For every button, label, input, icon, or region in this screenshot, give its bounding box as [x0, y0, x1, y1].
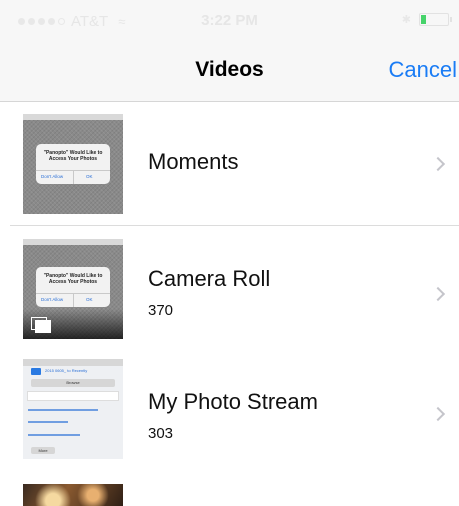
- cancel-button[interactable]: Cancel: [389, 57, 457, 83]
- status-time: 3:22 PM: [201, 12, 258, 29]
- battery-icon: [419, 13, 452, 26]
- alert-title-text: "Panopto" Would Like to Access Your Phot…: [43, 273, 103, 285]
- album-name: Moments: [148, 149, 239, 174]
- folder-icon: [31, 368, 41, 375]
- album-row-my-photo-stream[interactable]: 2015 0605_ to Recently Browse More My Ph…: [0, 349, 459, 472]
- chevron-right-icon: [430, 156, 446, 172]
- album-thumbnail: [23, 484, 123, 506]
- album-count: 370: [148, 302, 174, 319]
- alert-dont-allow-text: Don't Allow: [41, 297, 64, 302]
- alert-dont-allow-text: Don't Allow: [41, 174, 64, 179]
- album-row-camera-roll[interactable]: "Panopto" Would Like to Access Your Phot…: [0, 226, 459, 349]
- album-thumbnail: 2015 0605_ to Recently Browse More: [23, 359, 123, 459]
- thumbnail-browse-text: Browse: [66, 380, 80, 385]
- battery-fill: [421, 15, 426, 24]
- photo-stack-icon: [31, 317, 51, 333]
- alert-ok-text: OK: [86, 174, 93, 179]
- album-thumbnail: "Panopto" Would Like to Access Your Phot…: [23, 114, 123, 214]
- thumbnail-browse-image: Browse: [31, 379, 115, 387]
- album-row-moments[interactable]: "Panopto" Would Like to Access Your Phot…: [0, 103, 459, 226]
- alert-ok-text: OK: [86, 297, 93, 302]
- permission-alert-image: "Panopto" Would Like to Access Your Phot…: [36, 267, 110, 307]
- album-count: 303: [148, 425, 174, 442]
- status-bar: AT&T ≈ 3:22 PM ✱: [0, 0, 459, 40]
- bluetooth-icon: ✱: [401, 14, 411, 26]
- album-name: Camera Roll: [148, 266, 271, 291]
- status-right: ✱: [401, 13, 452, 26]
- thumbnail-more-image: More: [31, 447, 55, 454]
- permission-alert-image: "Panopto" Would Like to Access Your Phot…: [36, 144, 110, 184]
- album-row-partial[interactable]: [0, 472, 459, 506]
- thumbnail-header-text: 2015 0605_ to Recently: [45, 368, 88, 373]
- screen: AT&T ≈ 3:22 PM ✱ Videos Cancel "Panopto"…: [0, 0, 459, 506]
- album-thumbnail: "Panopto" Would Like to Access Your Phot…: [23, 239, 123, 339]
- thumbnail-more-text: More: [38, 448, 48, 453]
- chevron-right-icon: [430, 406, 446, 422]
- navigation-bar: Videos Cancel: [0, 40, 459, 102]
- chevron-right-icon: [430, 286, 446, 302]
- alert-title-text: "Panopto" Would Like to Access Your Phot…: [43, 150, 103, 162]
- album-name: My Photo Stream: [148, 389, 318, 414]
- album-list: "Panopto" Would Like to Access Your Phot…: [0, 103, 459, 506]
